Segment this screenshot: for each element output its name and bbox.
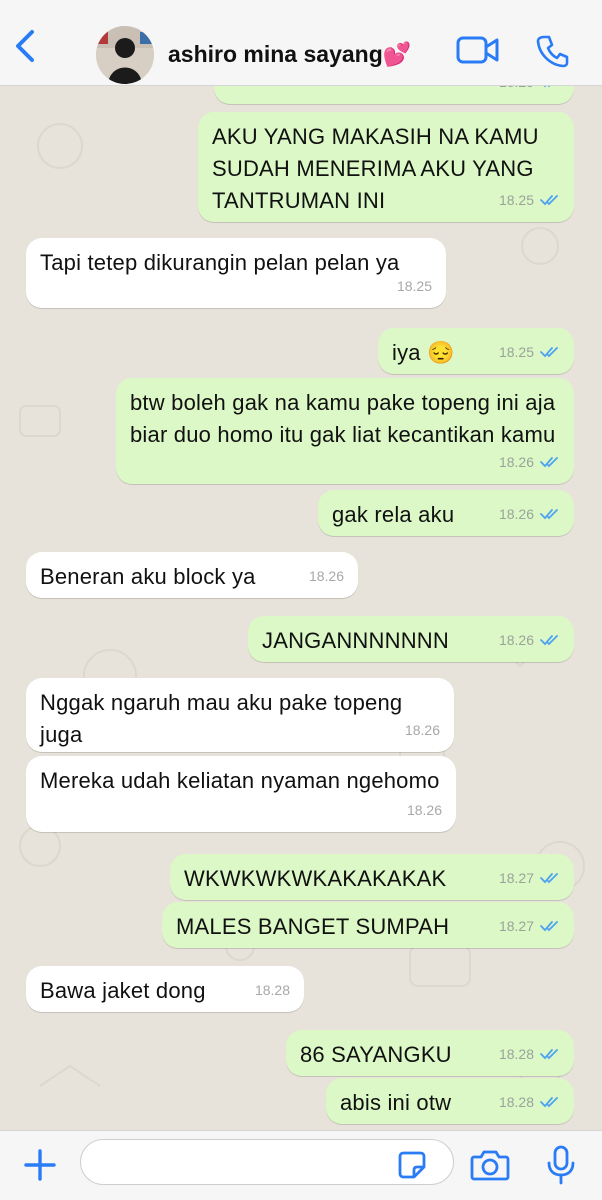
message-text: Mereka udah keliatan nyaman ngehomo — [40, 768, 440, 793]
read-receipt-icon — [543, 86, 551, 88]
chat-area[interactable]: 18.25 AKU YANG MAKASIH NA KAMU SUDAH MEN… — [0, 86, 602, 1130]
message-meta: 18.26 — [405, 714, 440, 746]
message-meta: 18.26 — [407, 794, 442, 826]
message-time: 18.28 — [498, 1094, 534, 1110]
message-time: 18.26 — [406, 802, 442, 818]
message-time: 18.26 — [498, 506, 534, 522]
phone-call-icon — [536, 35, 569, 68]
microphone-icon — [547, 1145, 575, 1185]
message-time: 18.25 — [396, 278, 432, 294]
chevron-left-icon — [16, 30, 34, 62]
message-time: 18.27 — [498, 870, 534, 886]
message-bubble-outgoing[interactable]: WKWKWKWKAKAKAKAK 18.27 — [170, 854, 574, 900]
video-call-icon — [456, 36, 499, 64]
message-bubble-outgoing[interactable]: 18.25 — [214, 86, 574, 104]
message-bubble-incoming[interactable]: Bawa jaket dong 18.28 — [26, 966, 304, 1012]
message-meta: 18.26 — [499, 446, 560, 478]
camera-icon — [470, 1150, 510, 1181]
message-bubble-incoming[interactable]: Tapi tetep dikurangin pelan pelan ya 18.… — [26, 238, 446, 308]
message-meta: 18.26 — [499, 498, 560, 530]
read-receipt-icon — [540, 195, 558, 206]
contact-name[interactable]: ashiro mina sayang💕 — [168, 41, 411, 68]
composer-bar — [0, 1130, 602, 1200]
avatar-photo — [96, 26, 154, 84]
message-time: 18.25 — [499, 86, 534, 98]
message-time: 18.26 — [498, 454, 534, 470]
message-meta: 18.28 — [499, 1086, 560, 1118]
message-bubble-incoming[interactable]: Nggak ngaruh mau aku pake topeng juga 18… — [26, 678, 454, 752]
plus-icon — [24, 1149, 56, 1181]
message-bubble-outgoing[interactable]: iya 😔 18.25 — [378, 328, 574, 374]
sticker-button[interactable] — [396, 1149, 428, 1186]
read-receipt-icon — [540, 873, 558, 884]
message-meta: 18.28 — [255, 974, 290, 1006]
message-bubble-outgoing[interactable]: MALES BANGET SUMPAH 18.27 — [162, 902, 574, 948]
message-time: 18.26 — [308, 568, 344, 584]
read-receipt-icon — [540, 457, 558, 468]
message-time: 18.25 — [498, 344, 534, 360]
message-text: Tapi tetep dikurangin pelan pelan ya — [40, 250, 400, 275]
message-bubble-incoming[interactable]: Beneran aku block ya 18.26 — [26, 552, 358, 598]
message-meta: 18.25 — [499, 86, 560, 98]
camera-button[interactable] — [470, 1147, 510, 1188]
read-receipt-icon — [540, 347, 558, 358]
message-text: Beneran aku block ya — [40, 564, 256, 589]
message-time: 18.26 — [498, 632, 534, 648]
message-meta: 18.28 — [499, 1038, 560, 1070]
voice-note-button[interactable] — [546, 1145, 576, 1190]
read-receipt-icon — [540, 509, 558, 520]
read-receipt-icon — [540, 921, 558, 932]
message-text: btw boleh gak na kamu pake topeng ini aj… — [130, 390, 562, 447]
message-meta: 18.27 — [499, 910, 560, 942]
read-receipt-icon — [540, 635, 558, 646]
message-bubble-outgoing[interactable]: 86 SAYANGKU 18.28 — [286, 1030, 574, 1076]
message-bubble-outgoing[interactable]: btw boleh gak na kamu pake topeng ini aj… — [116, 378, 574, 484]
message-bubble-outgoing[interactable]: AKU YANG MAKASIH NA KAMU SUDAH MENERIMA … — [198, 112, 574, 222]
read-receipt-icon — [540, 1049, 558, 1060]
message-time: 18.28 — [254, 982, 290, 998]
sticker-icon — [398, 1151, 426, 1179]
chat-header: ashiro mina sayang💕 — [0, 0, 602, 86]
message-bubble-outgoing[interactable]: JANGANNNNNNN 18.26 — [248, 616, 574, 662]
message-bubble-outgoing[interactable]: abis ini otw 18.28 — [326, 1078, 574, 1124]
message-bubble-outgoing[interactable]: gak rela aku 18.26 — [318, 490, 574, 536]
message-meta: 18.26 — [499, 624, 560, 656]
message-bubble-incoming[interactable]: Mereka udah keliatan nyaman ngehomo 18.2… — [26, 756, 456, 832]
message-time: 18.26 — [404, 722, 440, 738]
message-time: 18.25 — [498, 192, 534, 208]
attach-button[interactable] — [22, 1147, 58, 1188]
message-meta: 18.25 — [499, 184, 560, 216]
message-meta: 18.26 — [309, 560, 344, 592]
message-meta: 18.25 — [397, 270, 432, 302]
read-receipt-icon — [540, 1097, 558, 1108]
video-call-button[interactable] — [456, 34, 500, 71]
avatar[interactable] — [96, 26, 154, 84]
back-button[interactable] — [8, 26, 42, 66]
message-time: 18.27 — [498, 918, 534, 934]
message-meta: 18.25 — [499, 336, 560, 368]
message-time: 18.28 — [498, 1046, 534, 1062]
message-meta: 18.27 — [499, 862, 560, 894]
message-text: Bawa jaket dong — [40, 978, 206, 1003]
voice-call-button[interactable] — [536, 34, 570, 73]
message-text: Nggak ngaruh mau aku pake topeng juga — [40, 690, 409, 747]
